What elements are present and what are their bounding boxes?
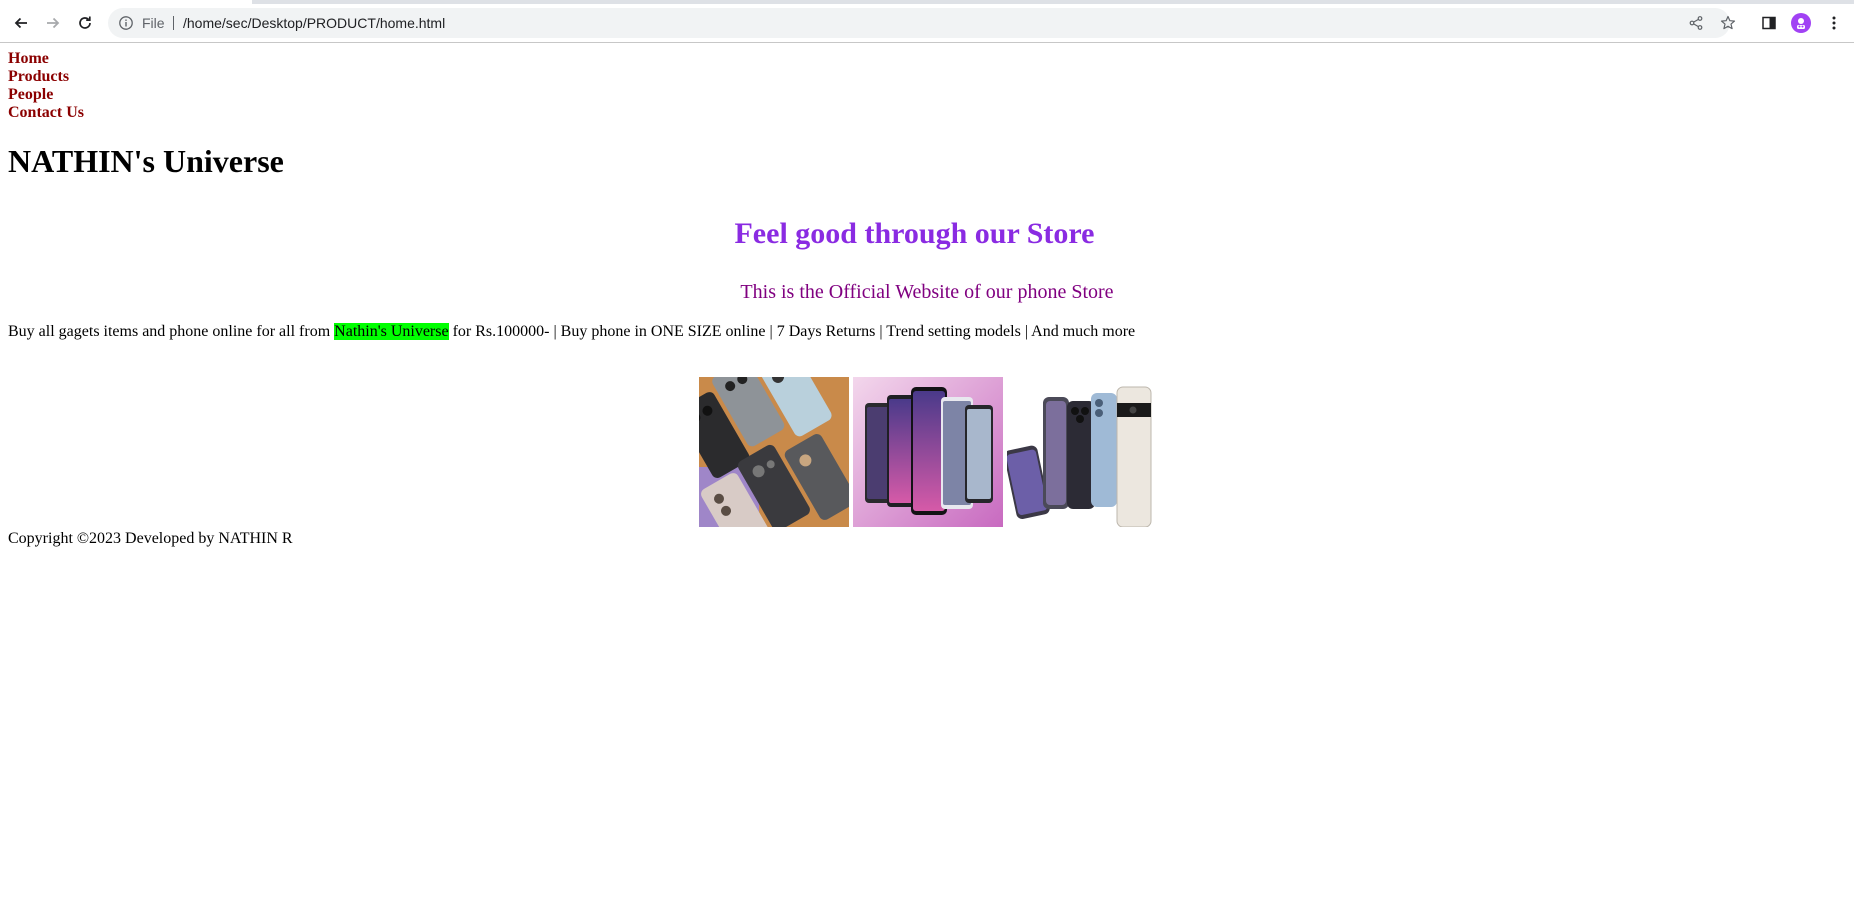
nav-link-people[interactable]: People xyxy=(8,86,84,104)
side-panel-button[interactable] xyxy=(1757,11,1781,35)
back-button[interactable] xyxy=(7,9,35,37)
kebab-menu-icon xyxy=(1832,16,1836,30)
info-icon[interactable] xyxy=(118,15,134,31)
phone-collage-image xyxy=(699,377,849,527)
tagline: Feel good through our Store xyxy=(734,217,1095,250)
url-text[interactable]: /home/sec/Desktop/PRODUCT/home.html xyxy=(183,15,445,31)
arrow-left-icon xyxy=(14,17,27,29)
reload-icon xyxy=(79,16,91,29)
reload-button[interactable] xyxy=(71,9,99,37)
store-name-highlight: Nathin's Universe xyxy=(334,323,449,340)
menu-button[interactable] xyxy=(1822,11,1846,35)
phone-lineup-white-image xyxy=(1007,377,1157,527)
promo-text-before: Buy all gagets items and phone online fo… xyxy=(8,323,335,340)
promo-text: Buy all gagets items and phone online fo… xyxy=(8,322,1135,342)
star-icon xyxy=(1720,15,1736,30)
bookmark-button[interactable] xyxy=(1718,13,1738,33)
address-separator xyxy=(173,16,174,30)
official-website-line: This is the Official Website of our phon… xyxy=(740,281,1114,303)
phone-lineup-pink-image xyxy=(853,377,1003,527)
incognito-avatar-icon xyxy=(1797,18,1805,29)
nav-link-contact-us[interactable]: Contact Us xyxy=(8,104,84,122)
nav-link-home[interactable]: Home xyxy=(8,50,84,68)
address-bar[interactable]: File /home/sec/Desktop/PRODUCT/home.html xyxy=(108,8,1736,38)
main-nav: Home Products People Contact Us xyxy=(8,50,84,122)
arrow-right-icon xyxy=(47,17,60,29)
copyright-footer: Copyright ©2023 Developed by NATHIN R xyxy=(8,530,293,547)
promo-text-after: for Rs.100000- | Buy phone in ONE SIZE o… xyxy=(448,323,1136,340)
nav-link-products[interactable]: Products xyxy=(8,68,84,86)
scheme-label: File xyxy=(142,15,165,31)
browser-toolbar: File /home/sec/Desktop/PRODUCT/home.html xyxy=(0,4,1854,43)
forward-button[interactable] xyxy=(39,9,67,37)
site-title: NATHIN's Universe xyxy=(8,143,284,179)
avatar[interactable] xyxy=(1791,13,1811,33)
share-icon xyxy=(1689,16,1703,30)
share-button[interactable] xyxy=(1686,13,1706,33)
side-panel-icon xyxy=(1762,16,1776,30)
